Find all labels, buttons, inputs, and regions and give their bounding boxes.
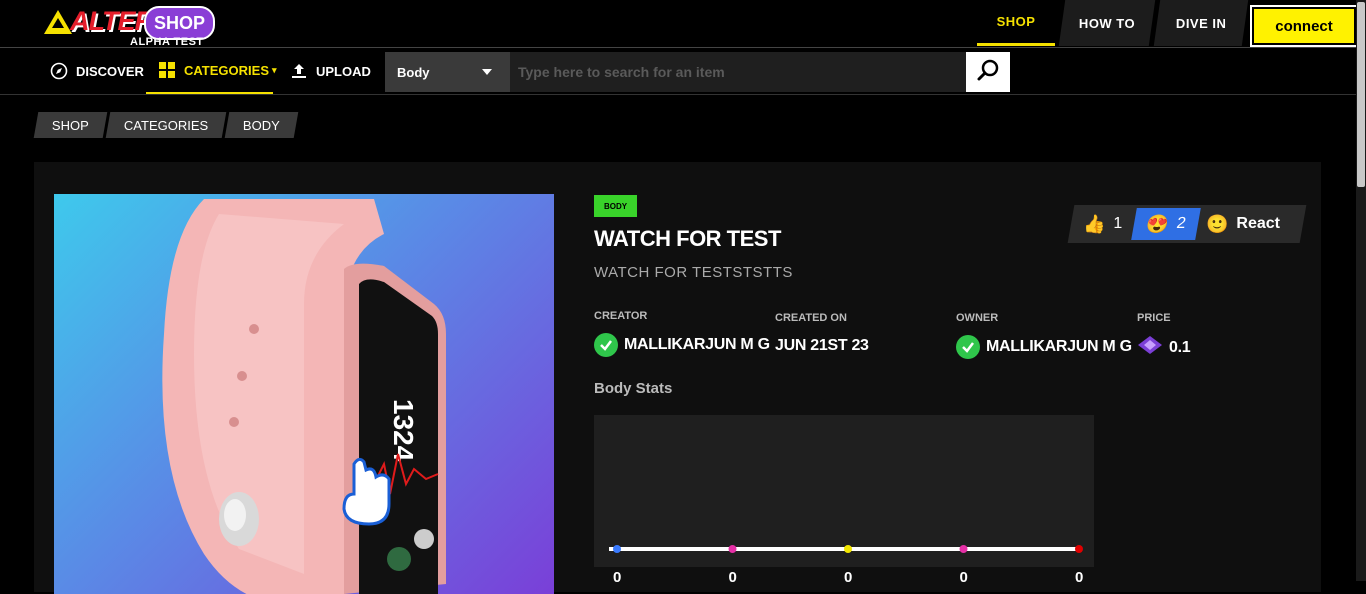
connect-button[interactable]: connect: [1250, 5, 1358, 47]
creator-value[interactable]: MALLIKARJUN M G: [594, 333, 770, 357]
currency-icon: [1137, 335, 1163, 360]
product-subtitle: WATCH FOR TESTSTSTTS: [594, 264, 793, 281]
body-stats-label: Body Stats: [594, 380, 673, 397]
created-on-value: JUN 21ST 23: [775, 337, 869, 354]
react-button[interactable]: 🙂 React: [1198, 208, 1292, 240]
logo-subtitle: ALPHA TEST: [130, 36, 204, 48]
grid-icon: [158, 61, 176, 79]
search-bar: Body: [385, 52, 1010, 92]
reaction-like[interactable]: 👍 1: [1071, 208, 1134, 240]
breadcrumb-categories[interactable]: CATEGORIES: [105, 112, 227, 138]
heart-eyes-icon: 😍: [1144, 213, 1171, 234]
stat-value-label: 0: [613, 569, 622, 586]
logo-triangle-icon: [44, 10, 72, 34]
stat-point: [728, 545, 737, 553]
product-image: 1324: [54, 194, 554, 594]
nav-upload[interactable]: UPLOAD: [290, 48, 371, 94]
verified-check-icon: [956, 335, 980, 359]
nav-discover[interactable]: DISCOVER: [50, 48, 144, 94]
react-button-label: React: [1236, 215, 1280, 232]
nav-dive-in[interactable]: DIVE IN: [1153, 0, 1249, 46]
upload-icon: [290, 62, 308, 80]
chevron-down-icon: [482, 69, 492, 75]
reaction-like-count: 1: [1113, 215, 1123, 232]
body-stats-chart: [594, 415, 1094, 567]
reaction-heart-count: 2: [1175, 215, 1188, 232]
breadcrumb-body[interactable]: BODY: [224, 112, 299, 138]
price-value: 0.1: [1137, 335, 1191, 360]
stats-line: [609, 545, 1083, 553]
nav-categories[interactable]: CATEGORIES ▾: [146, 48, 277, 94]
stat-point: [1075, 545, 1083, 553]
reaction-heart-eyes[interactable]: 😍 2: [1131, 208, 1201, 240]
verified-check-icon: [594, 333, 618, 357]
stat-value-label: 0: [844, 569, 853, 586]
search-category-value: Body: [397, 64, 430, 80]
breadcrumb-shop[interactable]: SHOP: [33, 112, 108, 138]
top-bar: ALTER SHOP ALPHA TEST SHOP HOW TO DIVE I…: [0, 0, 1358, 48]
smiley-icon: 🙂: [1205, 213, 1229, 234]
svg-text:1324: 1324: [388, 399, 419, 462]
price-label: PRICE: [1137, 312, 1171, 324]
stat-point: [844, 545, 852, 553]
category-badge[interactable]: BODY: [594, 195, 637, 217]
thumbs-up-icon: 👍: [1083, 213, 1106, 234]
owner-name: MALLIKARJUN M G: [986, 338, 1132, 355]
nav-how-to[interactable]: HOW TO: [1058, 0, 1156, 46]
nav-shop[interactable]: SHOP: [977, 0, 1055, 46]
created-on-label: CREATED ON: [775, 312, 847, 324]
nav-discover-label: DISCOVER: [76, 63, 144, 79]
product-title: WATCH FOR TEST: [594, 226, 781, 251]
reactions-bar: 👍 1 😍 2 🙂 React: [1067, 205, 1307, 243]
owner-value[interactable]: MALLIKARJUN M G: [956, 335, 1132, 359]
owner-label: OWNER: [956, 312, 999, 324]
nav-upload-label: UPLOAD: [316, 63, 371, 79]
stat-value-label: 0: [959, 569, 968, 586]
scrollbar-thumb[interactable]: [1357, 2, 1365, 187]
compass-icon: [50, 62, 68, 80]
search-category-select[interactable]: Body: [385, 52, 510, 92]
creator-name: MALLIKARJUN M G: [624, 336, 770, 353]
search-button[interactable]: [966, 52, 1010, 92]
caret-down-icon: ▾: [272, 64, 277, 75]
alter-shop-logo[interactable]: ALTER SHOP ALPHA TEST: [44, 4, 216, 48]
creator-label: CREATOR: [594, 310, 648, 322]
nav-categories-label: CATEGORIES: [184, 62, 269, 78]
stat-point: [959, 545, 968, 553]
secondary-nav: DISCOVER CATEGORIES ▾ UPLOAD Body: [0, 48, 1356, 95]
stat-value-label: 0: [728, 569, 737, 586]
watch-illustration: 1324: [162, 199, 446, 594]
search-input[interactable]: [510, 52, 966, 92]
stat-point: [613, 545, 621, 553]
stat-value-label: 0: [1075, 569, 1084, 586]
breadcrumb: SHOP CATEGORIES BODY: [33, 112, 299, 138]
price-amount: 0.1: [1169, 338, 1191, 356]
logo-shop-badge: SHOP: [144, 6, 216, 40]
search-icon: [976, 58, 1000, 87]
logo-brand-name: ALTER: [70, 6, 154, 36]
